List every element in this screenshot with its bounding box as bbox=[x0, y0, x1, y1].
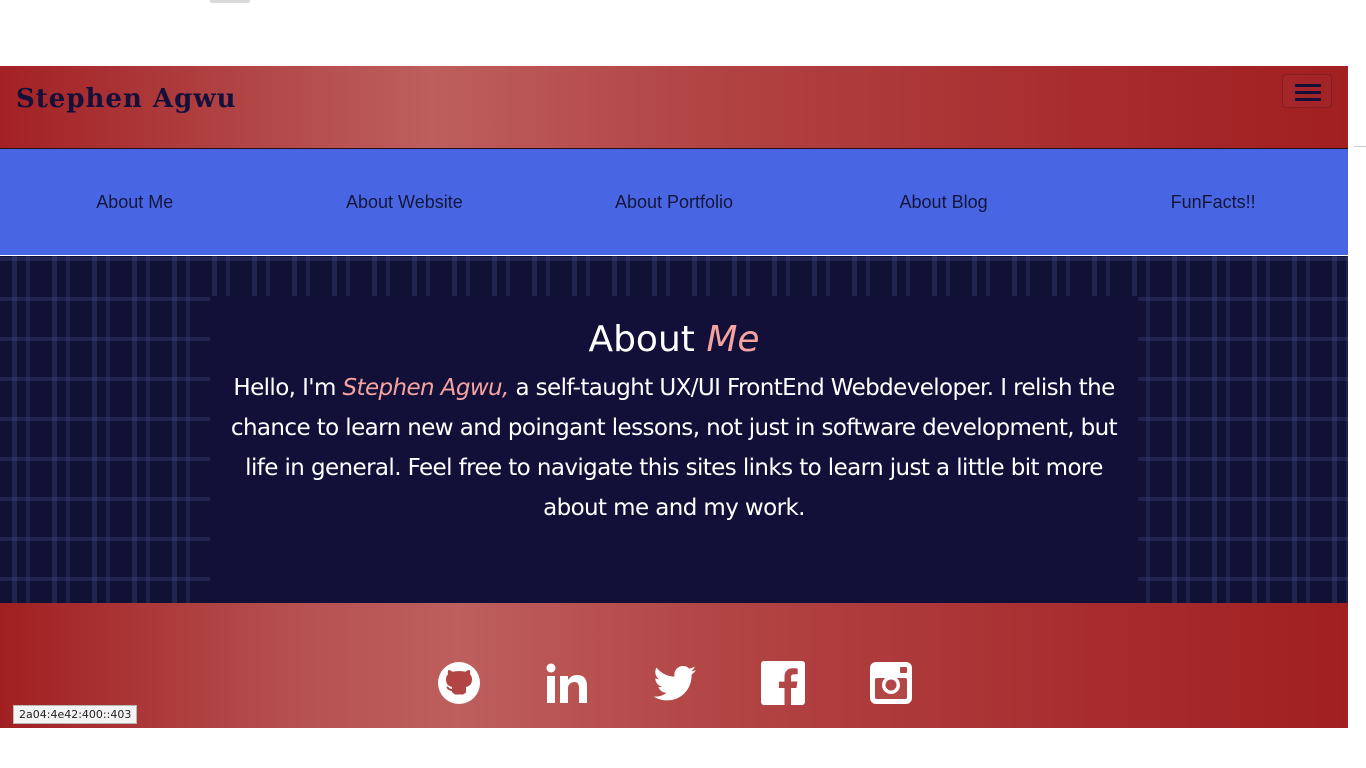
instagram-icon[interactable] bbox=[869, 661, 913, 705]
hamburger-bar bbox=[1295, 91, 1321, 94]
nav-link-about-portfolio[interactable]: About Portfolio bbox=[539, 192, 809, 213]
hamburger-bar bbox=[1295, 98, 1321, 101]
site-brand[interactable]: Stephen Agwu bbox=[16, 84, 237, 114]
social-links bbox=[437, 661, 913, 705]
ip-address-tooltip: 2a04:4e42:400::403 bbox=[13, 705, 138, 724]
page: Stephen Agwu About Me About Website Abou… bbox=[0, 0, 1348, 768]
about-title: About Me bbox=[0, 318, 1348, 362]
about-name: Stephen Agwu, bbox=[342, 375, 510, 401]
site-header: Stephen Agwu bbox=[0, 66, 1348, 149]
about-title-accent: Me bbox=[706, 319, 760, 360]
main-nav: About Me About Website About Portfolio A… bbox=[0, 149, 1348, 255]
about-title-main: About bbox=[588, 319, 695, 360]
about-text: Hello, I'm Stephen Agwu, a self-taught U… bbox=[229, 368, 1119, 528]
top-edge-stub bbox=[210, 0, 250, 3]
twitter-icon[interactable] bbox=[653, 661, 697, 705]
linkedin-icon[interactable] bbox=[545, 661, 589, 705]
facebook-icon[interactable] bbox=[761, 661, 805, 705]
page-edge-divider bbox=[1354, 146, 1366, 147]
site-footer bbox=[0, 603, 1348, 728]
nav-link-about-me[interactable]: About Me bbox=[0, 192, 270, 213]
about-intro: Hello, I'm bbox=[233, 375, 336, 401]
nav-link-about-blog[interactable]: About Blog bbox=[809, 192, 1079, 213]
nav-link-about-website[interactable]: About Website bbox=[270, 192, 540, 213]
github-icon[interactable] bbox=[437, 661, 481, 705]
hamburger-icon[interactable] bbox=[1282, 74, 1332, 108]
hamburger-bar bbox=[1295, 84, 1321, 87]
nav-link-funfacts[interactable]: FunFacts!! bbox=[1078, 192, 1348, 213]
